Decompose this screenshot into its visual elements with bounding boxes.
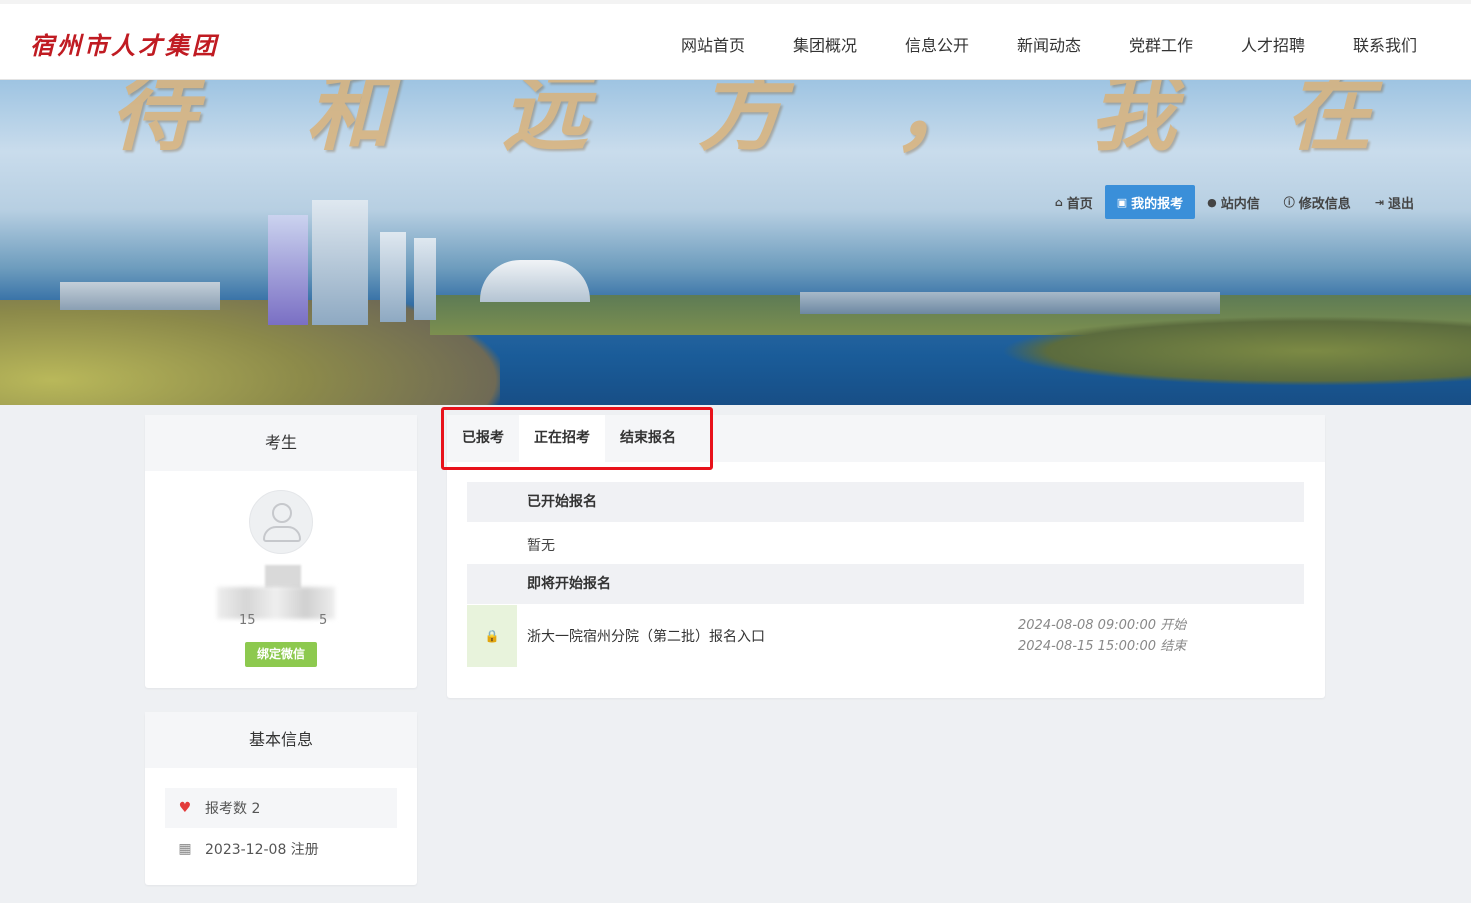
hero-banner: 待 和 远 方 ， 我 在 宿 州 等 您 ⌂首页 ▣我的报考 ●站内信 ⓘ修改… xyxy=(0,80,1471,405)
list-item[interactable]: 🔒 浙大一院宿州分院（第二批）报名入口 2024-08-08 09:00:00 … xyxy=(467,605,1304,667)
exam-count-row: ♥ 报考数 2 xyxy=(165,788,397,828)
exam-dates: 2024-08-08 09:00:00 开始 2024-08-15 15:00:… xyxy=(1018,615,1304,657)
phone-prefix: 15 xyxy=(239,613,256,628)
id-card-icon: ▣ xyxy=(1116,195,1128,209)
nav-recruitment[interactable]: 人才招聘 xyxy=(1217,32,1329,56)
user-icon xyxy=(272,503,292,523)
lock-icon: 🔒 xyxy=(467,605,517,667)
blurred-phone xyxy=(217,587,335,619)
banner-building xyxy=(380,232,406,322)
nav-info-disclosure[interactable]: 信息公开 xyxy=(881,32,993,56)
profile-card: 考生 15 5 绑定微信 xyxy=(145,415,417,688)
user-nav: ⌂ 首页 ▣ 我的报考 ● 站内信 ⓘ 修改信息 ⇥ 退出 xyxy=(1043,185,1426,219)
section-upcoming-title: 即将开始报名 xyxy=(467,564,1304,604)
user-nav-logout[interactable]: ⇥ 退出 xyxy=(1363,185,1426,219)
blurred-name xyxy=(265,565,301,589)
nav-home[interactable]: 网站首页 xyxy=(657,32,769,56)
nav-group-overview[interactable]: 集团概况 xyxy=(769,32,881,56)
home-icon: ⌂ xyxy=(1054,195,1063,209)
nav-contact[interactable]: 联系我们 xyxy=(1329,32,1441,56)
banner-stadium xyxy=(480,260,590,302)
banner-slogan: 待 和 远 方 ， 我 在 宿 州 等 您 xyxy=(110,80,1471,163)
user-nav-my-exams[interactable]: ▣ 我的报考 xyxy=(1104,185,1196,219)
banner-building xyxy=(414,238,436,320)
basic-info-title: 基本信息 xyxy=(145,712,417,768)
nav-party-work[interactable]: 党群工作 xyxy=(1105,32,1217,56)
phone-suffix: 5 xyxy=(319,613,328,628)
exam-title-link[interactable]: 浙大一院宿州分院（第二批）报名入口 xyxy=(517,626,1018,646)
banner-right-shore xyxy=(1000,316,1471,386)
calendar-icon: ▦ xyxy=(178,841,192,857)
avatar xyxy=(249,490,313,554)
top-header: 宿州市人才集团 网站首页 集团概况 信息公开 新闻动态 党群工作 人才招聘 联系… xyxy=(0,0,1471,80)
register-date-row: ▦ 2023-12-08 注册 xyxy=(165,829,397,869)
banner-building xyxy=(268,215,308,325)
main-nav: 网站首页 集团概况 信息公开 新闻动态 党群工作 人才招聘 联系我们 xyxy=(657,32,1441,56)
banner-building xyxy=(60,282,220,310)
register-date: 2023-12-08 注册 xyxy=(205,842,319,858)
section-started-empty: 暂无 xyxy=(527,538,555,554)
profile-card-title: 考生 xyxy=(145,415,417,471)
basic-info-card: 基本信息 ♥ 报考数 2 ▦ 2023-12-08 注册 xyxy=(145,712,417,885)
info-icon: ⓘ xyxy=(1283,196,1295,209)
bind-wechat-button[interactable]: 绑定微信 xyxy=(245,642,317,667)
logout-icon: ⇥ xyxy=(1374,195,1384,209)
exam-end-time: 2024-08-15 15:00:00 结束 xyxy=(1018,639,1187,654)
tabs-highlight-box xyxy=(441,407,713,470)
exam-count: 报考数 2 xyxy=(205,801,261,817)
user-nav-messages[interactable]: ● 站内信 xyxy=(1195,185,1272,219)
site-logo[interactable]: 宿州市人才集团 xyxy=(30,26,219,61)
heart-icon: ♥ xyxy=(178,800,192,816)
user-nav-home[interactable]: ⌂ 首页 xyxy=(1043,185,1105,219)
banner-skyline xyxy=(800,292,1220,314)
section-started-title: 已开始报名 xyxy=(467,482,1304,522)
chat-icon: ● xyxy=(1207,195,1217,209)
user-nav-edit-info[interactable]: ⓘ 修改信息 xyxy=(1272,185,1363,219)
exam-start-time: 2024-08-08 09:00:00 开始 xyxy=(1018,618,1187,633)
nav-news[interactable]: 新闻动态 xyxy=(993,32,1105,56)
banner-building xyxy=(312,200,368,325)
